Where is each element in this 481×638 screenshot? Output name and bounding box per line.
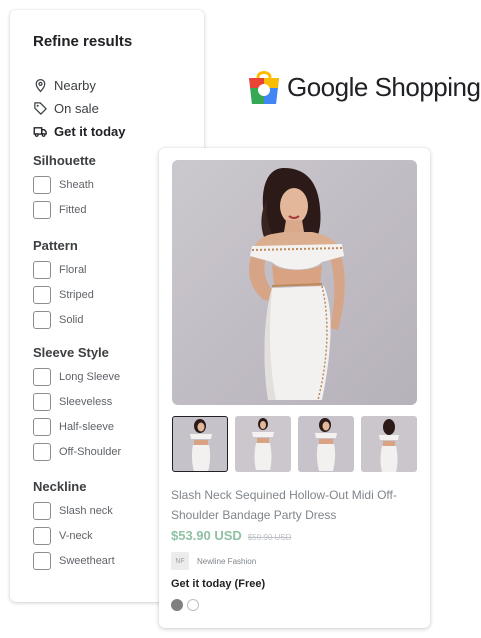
thumbnail-3[interactable] [298,416,354,472]
option-label: Sleeveless [59,396,113,408]
checkbox[interactable] [33,261,51,279]
section-silhouette-title: Silhouette [33,153,96,168]
filter-get-it-today[interactable]: Get it today [33,122,126,140]
filter-nearby[interactable]: Nearby [33,76,96,94]
option-slash-neck[interactable]: Slash neck [33,502,113,520]
filter-get-it-today-label: Get it today [54,123,126,139]
swatch-grey[interactable] [171,599,183,611]
panel-title: Refine results [33,33,133,50]
option-floral[interactable]: Floral [33,261,87,279]
logo-text: Google Shopping [287,71,481,102]
swatch-white[interactable] [187,599,199,611]
option-label: V-neck [59,530,93,542]
section-neckline-title: Neckline [33,479,87,494]
option-label: Half-sleeve [59,421,115,433]
google-shopping-logo: Google Shopping [246,68,481,106]
checkbox[interactable] [33,527,51,545]
tag-icon [34,101,47,115]
option-fitted[interactable]: Fitted [33,201,87,219]
checkbox[interactable] [33,368,51,386]
option-label: Off-Shoulder [59,446,122,458]
option-striped[interactable]: Striped [33,286,94,304]
section-pattern-title: Pattern [33,238,78,253]
option-half-sleeve[interactable]: Half-sleeve [33,418,114,436]
option-label: Fitted [59,204,87,216]
section-sleeve-style-title: Sleeve Style [33,345,109,360]
option-solid[interactable]: Solid [33,311,83,329]
option-long-sleeve[interactable]: Long Sleeve [33,368,120,386]
filter-nearby-label: Nearby [54,77,96,93]
google-shopping-bag-icon [249,71,279,104]
thumbnail-1[interactable] [172,416,228,472]
option-label: Slash neck [59,505,113,517]
filter-on-sale[interactable]: On sale [33,99,99,117]
product-card[interactable]: Slash Neck Sequined Hollow-Out Midi Off-… [159,148,430,628]
checkbox[interactable] [33,552,51,570]
option-label: Solid [59,314,84,326]
option-sleeveless[interactable]: Sleeveless [33,393,112,411]
location-pin-icon [35,78,46,92]
filter-on-sale-label: On sale [54,100,99,116]
truck-icon [33,126,47,137]
checkbox[interactable] [33,311,51,329]
thumbnail-4[interactable] [361,416,417,472]
option-label: Sheath [59,179,94,191]
checkbox[interactable] [33,393,51,411]
delivery-info: Get it today (Free) [171,578,266,590]
thumbnail-strip [172,416,417,472]
product-price: $53.90 USD [171,528,242,543]
price-row: $53.90 USD $59.90 USD [171,528,291,543]
option-label: Striped [59,289,94,301]
option-label: Floral [59,264,87,276]
thumbnail-2[interactable] [235,416,291,472]
option-sweetheart[interactable]: Sweetheart [33,552,115,570]
option-label: Sweetheart [59,555,115,567]
product-main-image[interactable] [172,160,417,405]
option-v-neck[interactable]: V-neck [33,527,93,545]
checkbox[interactable] [33,286,51,304]
option-sheath[interactable]: Sheath [33,176,94,194]
product-old-price: $59.90 USD [247,533,292,542]
color-swatches [171,599,203,611]
checkbox[interactable] [33,443,51,461]
option-off-shoulder[interactable]: Off-Shoulder [33,443,121,461]
checkbox[interactable] [33,201,51,219]
seller-badge: NF [171,552,189,570]
product-title[interactable]: Slash Neck Sequined Hollow-Out Midi Off-… [171,485,411,525]
checkbox[interactable] [33,418,51,436]
checkbox[interactable] [33,176,51,194]
checkbox[interactable] [33,502,51,520]
option-label: Long Sleeve [59,371,121,383]
seller-name: Newline Fashion [197,556,257,566]
seller-row[interactable]: NF Newline Fashion [171,552,256,570]
